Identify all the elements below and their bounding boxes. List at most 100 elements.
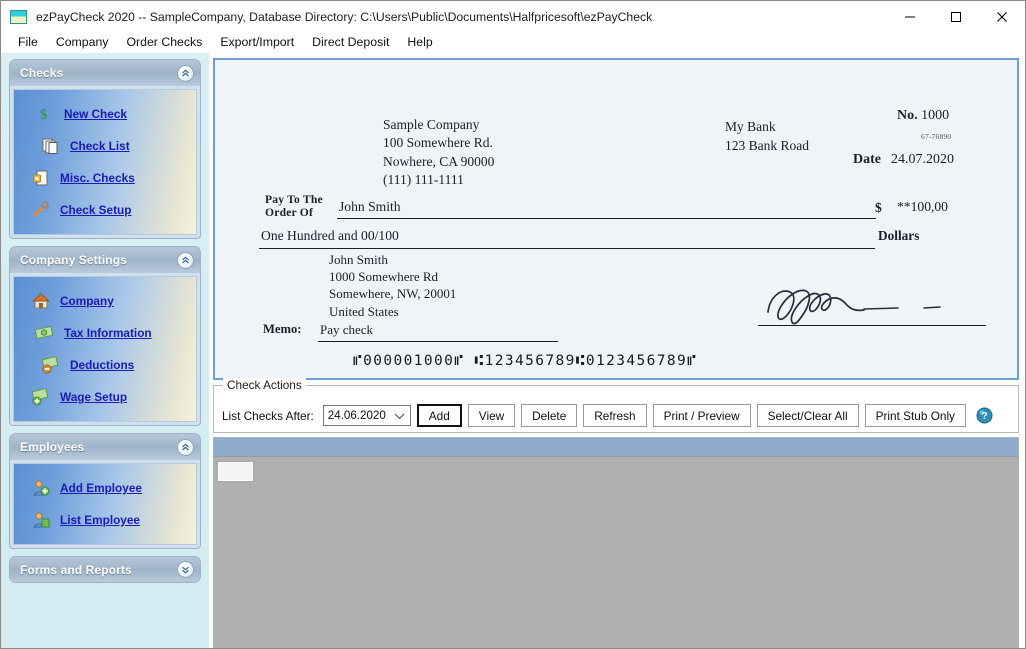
sidebar-label-company: Company: [60, 294, 114, 308]
chevron-double-down-icon[interactable]: [177, 561, 194, 578]
panel-title-employees: Employees: [20, 440, 177, 454]
refresh-button[interactable]: Refresh: [583, 404, 646, 427]
signature-rule: [758, 325, 986, 326]
sidebar-item-new-check[interactable]: $ New Check: [20, 98, 190, 130]
wrench-icon: [30, 200, 52, 220]
money-minus-icon: [40, 355, 62, 375]
panel-header-company-settings[interactable]: Company Settings: [9, 246, 201, 273]
sidebar: Checks $ New Check: [1, 53, 209, 648]
svg-text:$: $: [40, 107, 48, 123]
body-area: Checks $ New Check: [1, 53, 1025, 648]
check-date-label: Date: [853, 152, 881, 167]
sidebar-item-tax-information[interactable]: Tax Information: [20, 317, 190, 349]
chevron-double-up-icon[interactable]: [177, 252, 194, 269]
memo-label: Memo:: [263, 322, 301, 337]
sidebar-item-deductions[interactable]: Deductions: [20, 349, 190, 381]
list-checks-after-value: 24.06.2020: [328, 409, 392, 422]
amount-words: One Hundred and 00/100: [261, 228, 399, 244]
select-clear-all-button[interactable]: Select/Clear All: [757, 404, 859, 427]
panel-title-company-settings: Company Settings: [20, 253, 177, 267]
window-title: ezPayCheck 2020 -- SampleCompany, Databa…: [36, 10, 887, 24]
menu-export-import[interactable]: Export/Import: [211, 33, 303, 51]
dollar-icon: $: [34, 104, 56, 124]
chevron-down-icon[interactable]: [392, 412, 408, 420]
currency-symbol: $: [875, 200, 882, 216]
sidebar-panel-company-settings: Company Settings Company: [9, 246, 201, 426]
panel-body-company-settings: Company Tax Information De: [9, 273, 201, 426]
menu-direct-deposit[interactable]: Direct Deposit: [303, 33, 398, 51]
svg-text:?: ?: [981, 411, 987, 422]
menu-help[interactable]: Help: [398, 33, 441, 51]
bank-address: 123 Bank Road: [725, 137, 809, 156]
print-preview-button[interactable]: Print / Preview: [653, 404, 751, 427]
money-plus-icon: [30, 387, 52, 407]
close-button[interactable]: [979, 1, 1025, 32]
sidebar-label-wage-setup: Wage Setup: [60, 390, 127, 404]
panel-title-checks: Checks: [20, 66, 177, 80]
pay-to-line-2: Order Of: [265, 207, 323, 220]
panel-title-forms-and-reports: Forms and Reports: [20, 563, 177, 577]
list-checks-after-label: List Checks After:: [222, 409, 314, 423]
payee-address-street: 1000 Somewhere Rd: [329, 268, 456, 285]
memo-value: Pay check: [320, 322, 373, 338]
amount-words-rule: [259, 248, 875, 249]
view-button[interactable]: View: [468, 404, 515, 427]
check-date-block: Date24.07.2020: [853, 152, 954, 168]
sidebar-label-deductions: Deductions: [70, 358, 134, 372]
chevron-double-up-icon[interactable]: [177, 439, 194, 456]
sidebar-item-company[interactable]: Company: [20, 285, 190, 317]
sidebar-label-check-list: Check List: [70, 139, 130, 153]
minimize-button[interactable]: [887, 1, 933, 32]
money-icon: [34, 323, 56, 343]
maximize-button[interactable]: [933, 1, 979, 32]
payee-address-city-state-zip: Somewhere, NW, 20001: [329, 285, 456, 302]
check-number-label: No.: [897, 108, 918, 123]
panel-header-employees[interactable]: Employees: [9, 433, 201, 460]
sidebar-panel-forms-and-reports: Forms and Reports: [9, 556, 201, 583]
menu-company[interactable]: Company: [47, 33, 118, 51]
menu-file[interactable]: File: [9, 33, 47, 51]
checks-grid-corner-cell[interactable]: [218, 462, 253, 481]
panel-header-checks[interactable]: Checks: [9, 59, 201, 86]
print-stub-only-button[interactable]: Print Stub Only: [865, 404, 966, 427]
payee-address-country: United States: [329, 303, 456, 320]
check-number-value: 1000: [921, 108, 949, 123]
sidebar-item-check-setup[interactable]: Check Setup: [20, 194, 190, 226]
sidebar-item-list-employee[interactable]: List Employee: [20, 504, 190, 536]
memo-rule: [318, 341, 558, 342]
sidebar-label-new-check: New Check: [64, 107, 127, 121]
payee-address-block: John Smith 1000 Somewhere Rd Somewhere, …: [329, 251, 456, 320]
check-company-block: Sample Company 100 Somewhere Rd. Nowhere…: [383, 116, 494, 190]
documents-icon: [40, 136, 62, 156]
sidebar-item-check-list[interactable]: Check List: [20, 130, 190, 162]
panel-body-employees: Add Employee List Employee: [9, 460, 201, 549]
add-button[interactable]: Add: [417, 404, 462, 427]
check-number-block: No. 1000: [897, 108, 949, 124]
list-checks-after-combo[interactable]: 24.06.2020: [323, 405, 411, 426]
sidebar-label-misc-checks: Misc. Checks: [60, 171, 135, 185]
help-question-icon[interactable]: ?: [976, 407, 993, 424]
user-list-icon: [30, 510, 52, 530]
signature-image: [758, 278, 993, 330]
pay-to-rule: [337, 218, 867, 219]
amount-rule: [858, 218, 876, 219]
checks-grid[interactable]: [213, 437, 1019, 648]
bank-name: My Bank: [725, 118, 809, 137]
panel-body-checks: $ New Check Check List: [9, 86, 201, 239]
delete-button[interactable]: Delete: [521, 404, 577, 427]
app-logo-icon: [10, 10, 27, 24]
panel-header-forms-and-reports[interactable]: Forms and Reports: [9, 556, 201, 583]
application-window: ezPayCheck 2020 -- SampleCompany, Databa…: [0, 0, 1026, 649]
payee-name: John Smith: [339, 199, 401, 215]
sidebar-item-misc-checks[interactable]: Misc. Checks: [20, 162, 190, 194]
check-preview[interactable]: Sample Company 100 Somewhere Rd. Nowhere…: [213, 58, 1019, 380]
micr-line: ⑈000001000⑈ ⑆123456789⑆0123456789⑈: [353, 353, 697, 369]
sidebar-item-add-employee[interactable]: Add Employee: [20, 472, 190, 504]
sidebar-label-add-employee: Add Employee: [60, 481, 142, 495]
chevron-double-up-icon[interactable]: [177, 65, 194, 82]
sidebar-panel-checks: Checks $ New Check: [9, 59, 201, 239]
dollars-label: Dollars: [878, 228, 919, 244]
sidebar-item-wage-setup[interactable]: Wage Setup: [20, 381, 190, 413]
check-actions-group: Check Actions List Checks After: 24.06.2…: [213, 385, 1019, 433]
menu-order-checks[interactable]: Order Checks: [117, 33, 211, 51]
